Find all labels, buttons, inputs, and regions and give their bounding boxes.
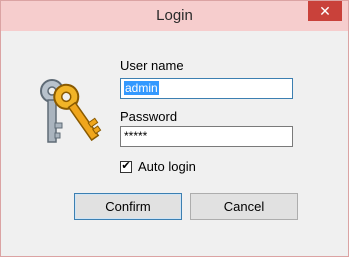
auto-login-label: Auto login — [138, 159, 196, 174]
username-value: admin — [124, 81, 159, 95]
close-icon: ✕ — [319, 2, 331, 19]
password-label: Password — [120, 109, 178, 124]
auto-login-checkbox[interactable]: ✔ — [120, 160, 132, 173]
window-title: Login — [156, 7, 193, 24]
title-bar: Login ✕ — [1, 1, 348, 31]
dialog-body: User name admin Password ***** ✔ Auto lo… — [8, 31, 341, 249]
check-icon: ✔ — [121, 160, 131, 172]
username-input[interactable]: admin — [120, 78, 293, 99]
password-value: ***** — [124, 129, 148, 143]
cancel-button[interactable]: Cancel — [190, 193, 298, 220]
close-button[interactable]: ✕ — [308, 1, 342, 21]
username-label: User name — [120, 58, 184, 73]
login-dialog: Login ✕ User name admin Password ***** ✔… — [0, 0, 349, 257]
confirm-button[interactable]: Confirm — [74, 193, 182, 220]
auto-login-row[interactable]: ✔ Auto login — [120, 159, 196, 174]
password-input[interactable]: ***** — [120, 126, 293, 147]
keys-icon — [40, 79, 102, 143]
